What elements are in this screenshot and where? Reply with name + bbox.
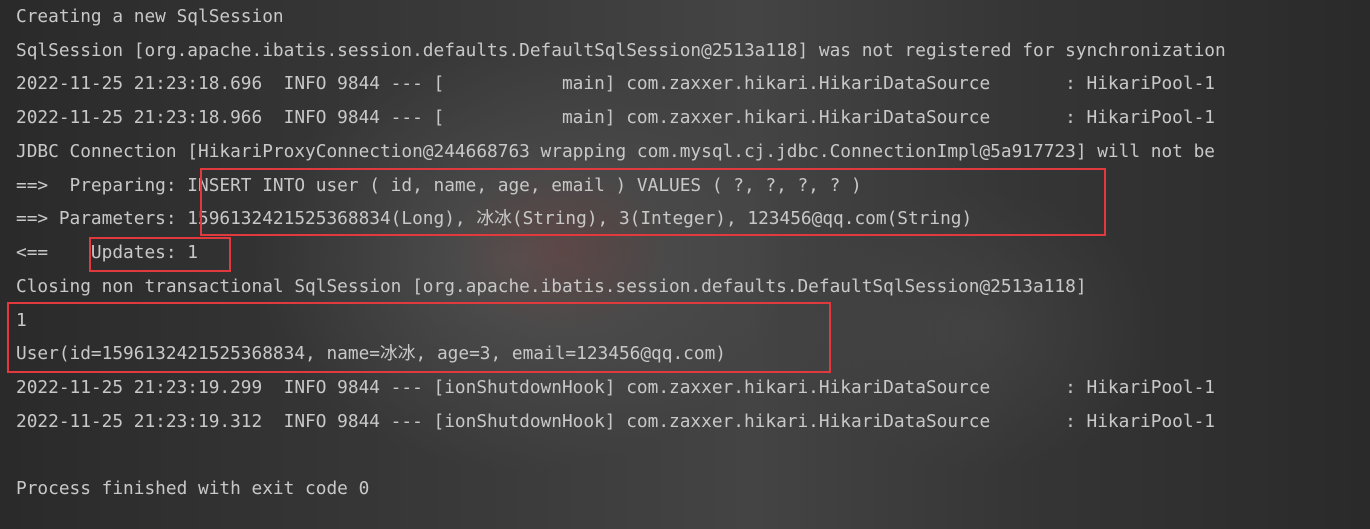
console-line: 2022-11-25 21:23:18.966 INFO 9844 --- [ … [16,107,1215,128]
console-line: SqlSession [org.apache.ibatis.session.de… [16,40,1226,61]
console-line: 2022-11-25 21:23:18.696 INFO 9844 --- [ … [16,73,1215,94]
highlight-box-result [7,302,831,373]
console-line: Creating a new SqlSession [16,6,284,27]
console-line: 2022-11-25 21:23:19.299 INFO 9844 --- [i… [16,377,1215,398]
highlight-box-updates [89,237,231,272]
highlight-box-sql [200,168,1106,236]
console-line: 2022-11-25 21:23:19.312 INFO 9844 --- [i… [16,411,1215,432]
console-line: JDBC Connection [HikariProxyConnection@2… [16,141,1215,162]
process-exit-line: Process finished with exit code 0 [16,478,370,499]
run-console-output[interactable]: Creating a new SqlSession SqlSession [or… [0,0,1370,529]
console-line: Closing non transactional SqlSession [or… [16,276,1087,297]
